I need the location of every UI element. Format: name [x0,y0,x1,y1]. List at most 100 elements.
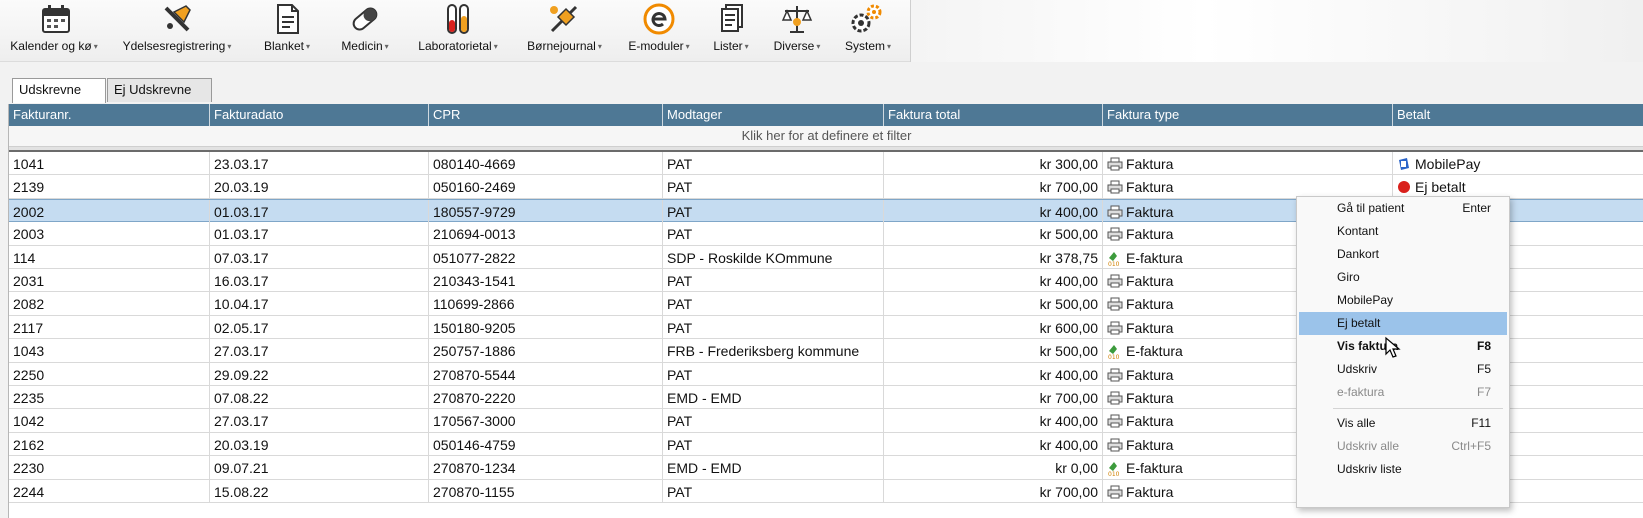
menu-item-shortcut: F5 [1476,362,1491,376]
cell-text: PAT [667,413,693,430]
cell-text: kr 500,00 [1039,343,1098,360]
cell-text: Faktura [1126,366,1174,383]
cell-text: kr 378,75 [1039,249,1098,266]
menu-item-kontant[interactable]: Kontant [1299,220,1507,243]
cell-text: PAT [667,319,693,336]
menu-item-ej-betalt[interactable]: Ej betalt [1299,312,1507,335]
svg-text:010: 010 [1108,261,1120,266]
cell-dato: 15.08.22 [210,479,429,503]
toolbar-kalender-button[interactable]: Kalender og kø ▾ [4,0,104,60]
column-header-betalt[interactable]: Betalt [1393,104,1643,126]
toolbar-medicin-label: Medicin [341,39,383,53]
cell-total: kr 600,00 [884,315,1103,339]
toolbar-ydelses-button[interactable]: Ydelsesregistrering ▾ [112,0,242,60]
column-header-fakturadato[interactable]: Fakturadato [210,104,429,126]
cell-cpr: 150180-9205 [429,315,663,339]
cell-dato: 23.03.17 [210,152,429,175]
toolbar-boernejournal-label: Børnejournal [527,39,596,53]
tab-udskrevne[interactable]: Udskrevne [12,78,106,103]
cell-text: Faktura [1126,319,1174,336]
menu-item-dankort[interactable]: Dankort [1299,243,1507,266]
table-row[interactable]: 1041 23.03.17 080140-4669 PAT kr 300,00 Faktu… [9,152,1643,176]
cell-text: kr 0,00 [1055,460,1098,477]
menu-item-udskriv[interactable]: Udskriv F5 [1299,358,1507,381]
cell-text: 16.03.17 [214,273,269,289]
cell-text: 2003 [13,226,45,243]
cell-nr: 2244 [9,479,210,503]
menu-item-udskriv-liste[interactable]: Udskriv liste [1299,458,1507,481]
menu-item-vis-alle[interactable]: Vis alle F11 [1299,412,1507,435]
tab-ej-udskrevne[interactable]: Ej Udskrevne [107,78,212,102]
cell-text: SDP - Roskilde KOmmune [667,249,833,266]
printer-icon [1107,391,1123,405]
toolbar-emoduler-button[interactable]: E-moduler ▾ [620,0,698,60]
column-header-faktura-total[interactable]: Faktura total [884,104,1103,126]
cell-dato: 16.03.17 [210,269,429,292]
pill-icon [352,7,378,31]
column-header-fakturanr[interactable]: Fakturanr. [9,104,210,126]
cell-total: kr 400,00 [884,409,1103,433]
printer-icon [1107,157,1123,171]
cell-text: PAT [667,436,693,453]
cell-text: 270870-1234 [433,460,516,477]
svg-text:010: 010 [1108,471,1120,476]
grid-header: Fakturanr. Fakturadato CPR Modtager Fakt… [9,104,1643,126]
toolbar-medicin-button[interactable]: Medicin ▾ [330,0,400,60]
cell-text: Faktura [1126,203,1174,220]
cell-text: Faktura [1126,483,1174,500]
test-tube-icon [447,4,469,34]
toolbar-blanket-label: Blanket [263,39,304,53]
cell-text: 27.03.17 [214,413,269,430]
cell-text: kr 500,00 [1039,296,1098,313]
cell-nr: 2230 [9,456,210,480]
main-toolbar: Kalender og kø ▾ Ydelsesregistrering ▾ Bla… [0,0,1643,62]
cell-cpr: 180557-9729 [429,199,663,223]
cell-text: 270870-5544 [433,366,516,383]
chevron-down-icon: ▾ [384,42,389,51]
toolbar-laboratorietal-label: Laboratorietal [418,39,492,53]
cell-text: 15.08.22 [214,483,269,500]
toolbar-laboratorietal-button[interactable]: Laboratorietal ▾ [408,0,508,60]
menu-item-mobilepay[interactable]: MobilePay [1299,289,1507,312]
cell-total: kr 378,75 [884,245,1103,269]
cell-text: 29.09.22 [214,366,269,383]
cell-text: kr 400,00 [1039,273,1098,289]
toolbar-lister-button[interactable]: Lister ▾ [706,0,756,60]
cell-text: kr 400,00 [1039,413,1098,430]
chevron-down-icon: ▾ [493,42,498,51]
cell-text: 250757-1886 [433,343,516,360]
cell-text: PAT [667,226,693,243]
cell-text: 2230 [13,460,45,477]
cell-dato: 29.09.22 [210,362,429,386]
cell-cpr: 270870-2220 [429,386,663,409]
cell-total: kr 500,00 [884,222,1103,246]
cell-text: 23.03.17 [214,156,269,172]
filter-row[interactable]: Klik her for at definere et filter [9,126,1643,147]
toolbar-boernejournal-button[interactable]: Børnejournal ▾ [517,0,612,60]
menu-item-label: Udskriv liste [1337,462,1402,476]
cell-text: 01.03.17 [214,226,269,243]
cell-text: 170567-3000 [433,413,516,430]
calendar-icon [42,5,70,33]
column-header-modtager[interactable]: Modtager [663,104,884,126]
cell-total: kr 700,00 [884,386,1103,409]
cell-total: kr 300,00 [884,152,1103,175]
cell-text: 2117 [13,319,44,336]
cell-total: kr 400,00 [884,362,1103,386]
toolbar-blanket-button[interactable]: Blanket ▾ [252,0,322,60]
cell-text: 2002 [13,203,45,220]
cell-nr: 2031 [9,269,210,292]
toolbar-system-button[interactable]: System ▾ [836,0,900,60]
cell-text: Faktura [1126,273,1174,289]
cell-dato: 10.04.17 [210,292,429,316]
cell-total: kr 400,00 [884,432,1103,456]
menu-item-gaa-til-patient[interactable]: Gå til patient Enter [1299,197,1507,220]
cell-text: 10.04.17 [214,296,269,313]
cell-text: PAT [667,156,693,172]
menu-item-giro[interactable]: Giro [1299,266,1507,289]
cell-text: 09.07.21 [214,460,269,477]
cell-nr: 1043 [9,339,210,363]
column-header-faktura-type[interactable]: Faktura type [1103,104,1393,126]
column-header-cpr[interactable]: CPR [429,104,663,126]
toolbar-diverse-button[interactable]: Diverse ▾ [766,0,828,60]
